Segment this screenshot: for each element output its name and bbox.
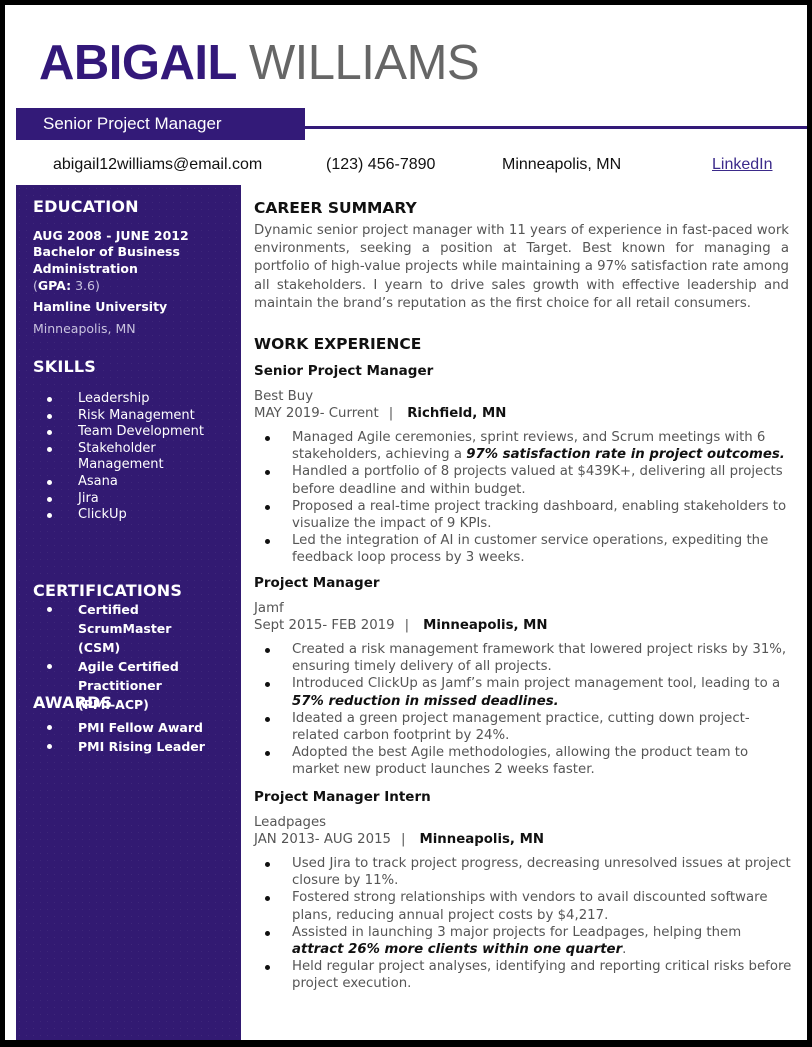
contact-email: abigail12williams@email.com [53, 156, 263, 173]
job-bullet: Proposed a real-time project tracking da… [254, 498, 792, 532]
bullet-icon [265, 716, 270, 722]
bullet-icon [47, 664, 52, 669]
bullet-icon [265, 539, 270, 545]
bullet-icon [47, 479, 52, 485]
job-bullet: Handled a portfolio of 8 projects valued… [254, 463, 792, 497]
sidebar: EDUCATION AUG 2008 - JUNE 2012 Bachelor … [16, 185, 241, 1040]
resume-page: ABIGAIL WILLIAMS Senior Project Manager a… [5, 5, 807, 1040]
job-bullet: Used Jira to track project progress, dec… [254, 855, 792, 889]
job-bullets: Managed Agile ceremonies, sprint reviews… [254, 429, 792, 567]
award-item: PMI Rising Leader [16, 737, 241, 756]
job-title: Project Manager Intern [254, 789, 431, 805]
highlight-text: 97% satisfaction rate in project outcome… [466, 447, 785, 463]
job-dates-location: JAN 2013- AUG 2015 | Minneapolis, MN [254, 831, 544, 849]
job-dates: JAN 2013- AUG 2015 [254, 832, 392, 847]
skills-list: Leadership Risk Management Team Developm… [16, 391, 241, 524]
bullet-icon [265, 470, 270, 476]
job-dates: MAY 2019- Current [254, 406, 379, 421]
skill-item: ClickUp [16, 507, 241, 524]
bullet-icon [265, 862, 270, 867]
job-bullet: Led the integration of AI in customer se… [254, 532, 792, 566]
skill-item: Leadership [16, 391, 241, 408]
bullet-icon [47, 413, 52, 419]
job-bullets: Created a risk management framework that… [254, 641, 792, 779]
job-location: Richfield, MN [407, 406, 507, 421]
bullet-icon [47, 430, 52, 436]
bullet-icon [265, 751, 270, 757]
job-company: Jamf [254, 601, 284, 616]
bullet-icon [47, 496, 52, 502]
contact-phone: (123) 456-7890 [326, 156, 436, 173]
certification-item: Certified ScrumMaster (CSM) [16, 600, 178, 657]
job-location: Minneapolis, MN [419, 832, 544, 847]
education-heading: EDUCATION [33, 197, 139, 216]
job-title-banner: Senior Project Manager [16, 108, 305, 140]
highlight-text: 57% reduction in missed deadlines. [292, 693, 559, 709]
education-degree-line1: Bachelor of Business [33, 244, 180, 259]
career-summary-text: Dynamic senior project manager with 11 y… [254, 223, 789, 311]
bullet-icon [47, 744, 52, 749]
separator: | [404, 618, 410, 633]
certifications-heading: CERTIFICATIONS [33, 581, 183, 600]
bullet-icon [265, 896, 270, 902]
bullet-icon [265, 436, 270, 441]
skill-item: Asana [16, 474, 241, 491]
job-location: Minneapolis, MN [423, 618, 548, 633]
awards-heading: AWARDS [33, 693, 113, 712]
job-bullet: Introduced ClickUp as Jamf’s main projec… [254, 675, 792, 709]
bullet-icon [47, 607, 52, 612]
education-school: Hamline University [33, 299, 168, 314]
job-dates-location: Sept 2015- FEB 2019 | Minneapolis, MN [254, 617, 548, 635]
job-bullet: Assisted in launching 3 major projects f… [254, 924, 792, 958]
contact-location: Minneapolis, MN [502, 156, 622, 173]
gpa-value: 3.6 [75, 278, 95, 293]
education-gpa: (GPA: 3.6) [33, 278, 100, 293]
job-dates: Sept 2015- FEB 2019 [254, 618, 395, 633]
job-title: Project Manager [254, 575, 380, 591]
bullet-icon [47, 513, 52, 519]
job-dates-location: MAY 2019- Current | Richfield, MN [254, 405, 506, 423]
skill-item: Jira [16, 491, 241, 508]
education-dates: AUG 2008 - JUNE 2012 [33, 228, 189, 243]
job-company: Best Buy [254, 389, 314, 404]
education-location: Minneapolis, MN [33, 321, 136, 336]
job-bullet: Adopted the best Agile methodologies, al… [254, 744, 792, 778]
bullet-icon [265, 930, 270, 936]
skills-heading: SKILLS [33, 357, 96, 376]
work-experience-heading: WORK EXPERIENCE [254, 335, 422, 353]
job-company: Leadpages [254, 815, 327, 830]
last-name: WILLIAMS [248, 36, 480, 90]
highlight-text: attract 26% more clients within one quar… [292, 942, 623, 958]
bullet-icon [47, 397, 52, 402]
job-bullet: Created a risk management framework that… [254, 641, 792, 675]
job-bullet: Ideated a green project management pract… [254, 710, 792, 744]
skill-item: Risk Management [16, 408, 241, 425]
bullet-icon [265, 504, 270, 510]
job-bullet: Managed Agile ceremonies, sprint reviews… [254, 429, 792, 463]
skill-item: Stakeholder Management [16, 441, 198, 474]
career-summary-heading: CAREER SUMMARY [254, 199, 417, 217]
award-item: PMI Fellow Award [16, 718, 241, 737]
education-degree-line2: Administration [33, 261, 138, 276]
separator: | [388, 406, 394, 421]
awards-list: PMI Fellow Award PMI Rising Leader [16, 718, 241, 756]
bullet-icon [265, 965, 270, 971]
bullet-icon [265, 648, 270, 653]
bullet-icon [265, 682, 270, 688]
job-bullet: Fostered strong relationships with vendo… [254, 889, 792, 923]
first-name: ABIGAIL [39, 36, 237, 90]
job-title: Senior Project Manager [254, 363, 434, 379]
gpa-label: GPA: [37, 278, 72, 293]
skill-item: Team Development [16, 424, 241, 441]
linkedin-link[interactable]: LinkedIn [712, 155, 773, 175]
header-divider [305, 126, 807, 129]
job-bullet: Held regular project analyses, identifyi… [254, 958, 792, 992]
candidate-name: ABIGAIL WILLIAMS [39, 33, 480, 93]
separator: | [401, 832, 406, 847]
bullet-icon [47, 725, 52, 730]
bullet-icon [47, 446, 52, 452]
job-bullets: Used Jira to track project progress, dec… [254, 855, 792, 993]
